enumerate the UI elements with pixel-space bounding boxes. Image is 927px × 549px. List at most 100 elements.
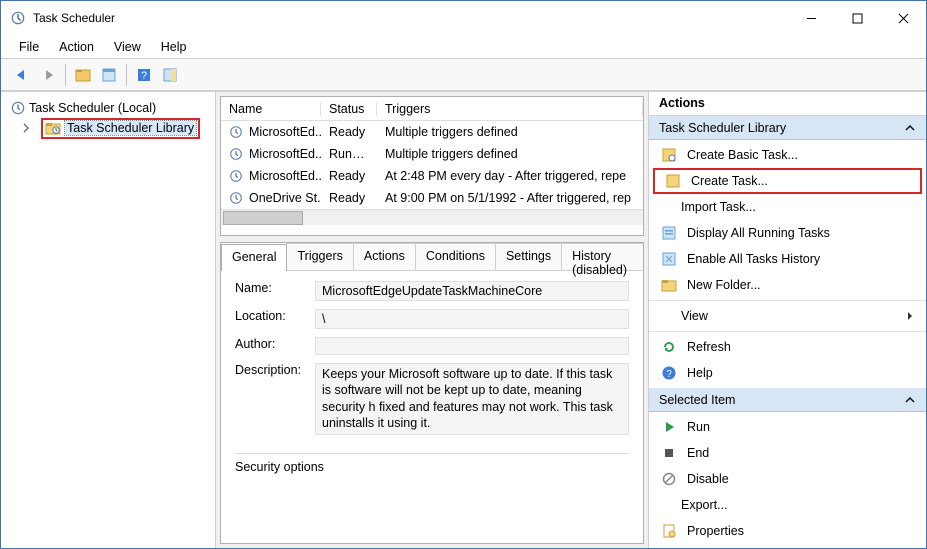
task-status: Running (321, 147, 377, 161)
action-help[interactable]: ? Help (649, 360, 926, 386)
action-import-task[interactable]: Import Task... (649, 194, 926, 220)
window-controls (788, 1, 926, 35)
col-triggers[interactable]: Triggers (377, 102, 643, 116)
actions-selected-label: Selected Item (659, 393, 735, 407)
action-label: Export... (681, 498, 728, 512)
menu-help[interactable]: Help (153, 38, 195, 56)
action-label: New Folder... (687, 278, 761, 292)
task-row[interactable]: MicrosoftEd...ReadyAt 2:48 PM every day … (221, 165, 643, 187)
actions-pane-button[interactable] (159, 64, 181, 86)
clock-icon (11, 101, 25, 115)
tree-toggle-button[interactable] (72, 64, 94, 86)
folder-icon (45, 121, 61, 135)
clock-icon (229, 147, 243, 161)
close-button[interactable] (880, 1, 926, 35)
clock-icon (229, 125, 243, 139)
task-triggers: Multiple triggers defined (377, 125, 643, 139)
author-label: Author: (235, 337, 315, 351)
action-create-task[interactable]: Create Task... (653, 168, 922, 194)
action-export[interactable]: Export... (649, 492, 926, 518)
collapse-icon[interactable] (904, 122, 916, 134)
task-status: Ready (321, 191, 377, 205)
tab-triggers[interactable]: Triggers (286, 243, 353, 270)
collapse-icon[interactable] (904, 394, 916, 406)
tree-root[interactable]: Task Scheduler (Local) (7, 98, 215, 118)
col-status[interactable]: Status (321, 102, 377, 116)
folder-icon (661, 277, 677, 293)
properties-toolbar-button[interactable] (98, 64, 120, 86)
action-view[interactable]: View (649, 303, 926, 329)
minimize-button[interactable] (788, 1, 834, 35)
action-label: Help (687, 366, 713, 380)
divider (649, 331, 926, 332)
action-label: Run (687, 420, 710, 434)
location-value: \ (315, 309, 629, 329)
task-name: MicrosoftEd... (249, 147, 321, 161)
task-name: OneDrive St... (249, 191, 321, 205)
detail-tabs: General Triggers Actions Conditions Sett… (221, 243, 643, 271)
wizard-icon (661, 147, 677, 163)
action-label: Create Task... (691, 174, 768, 188)
task-status: Ready (321, 169, 377, 183)
actions-header: Actions (649, 92, 926, 116)
tree-library[interactable]: Task Scheduler Library (17, 118, 215, 138)
actions-subheader-library: Task Scheduler Library (649, 116, 926, 140)
author-value (315, 337, 629, 355)
disable-icon (661, 471, 677, 487)
action-run[interactable]: Run (649, 414, 926, 440)
task-triggers: Multiple triggers defined (377, 147, 643, 161)
action-new-folder[interactable]: New Folder... (649, 272, 926, 298)
clock-icon (229, 191, 243, 205)
chevron-right-icon (906, 310, 914, 322)
action-refresh[interactable]: Refresh (649, 334, 926, 360)
action-label: View (681, 309, 708, 323)
help-icon: ? (661, 365, 677, 381)
action-display-running[interactable]: Display All Running Tasks (649, 220, 926, 246)
action-enable-history[interactable]: Enable All Tasks History (649, 246, 926, 272)
action-label: Disable (687, 472, 729, 486)
action-label: Properties (687, 524, 744, 538)
action-properties[interactable]: Properties (649, 518, 926, 544)
action-label: Enable All Tasks History (687, 252, 820, 266)
play-icon (661, 419, 677, 435)
tab-history[interactable]: History (disabled) (561, 243, 644, 270)
toolbar-separator (65, 64, 66, 86)
horizontal-scrollbar[interactable] (221, 209, 643, 225)
actions-pane: Actions Task Scheduler Library Create Ba… (648, 92, 926, 548)
back-button[interactable] (11, 64, 33, 86)
chevron-right-icon (21, 123, 31, 133)
tab-general[interactable]: General (221, 244, 287, 271)
actions-subheader-label: Task Scheduler Library (659, 121, 786, 135)
name-value: MicrosoftEdgeUpdateTaskMachineCore (315, 281, 629, 301)
menu-action[interactable]: Action (51, 38, 102, 56)
tab-settings[interactable]: Settings (495, 243, 562, 270)
action-create-basic-task[interactable]: Create Basic Task... (649, 142, 926, 168)
menu-view[interactable]: View (106, 38, 149, 56)
stop-icon (661, 445, 677, 461)
forward-button[interactable] (37, 64, 59, 86)
create-task-icon (665, 173, 681, 189)
action-end[interactable]: End (649, 440, 926, 466)
app-icon (11, 11, 25, 25)
scroll-thumb[interactable] (223, 211, 303, 225)
task-row[interactable]: MicrosoftEd...ReadyMultiple triggers def… (221, 121, 643, 143)
col-name[interactable]: Name (221, 102, 321, 116)
task-scheduler-window: Task Scheduler File Action View Help ? T… (0, 0, 927, 549)
help-toolbar-button[interactable]: ? (133, 64, 155, 86)
action-label: Create Basic Task... (687, 148, 798, 162)
action-disable[interactable]: Disable (649, 466, 926, 492)
description-value: Keeps your Microsoft software up to date… (315, 363, 629, 435)
action-label: Refresh (687, 340, 731, 354)
task-row[interactable]: OneDrive St...ReadyAt 9:00 PM on 5/1/199… (221, 187, 643, 209)
location-label: Location: (235, 309, 315, 323)
properties-icon (661, 523, 677, 539)
name-label: Name: (235, 281, 315, 295)
menu-file[interactable]: File (11, 38, 47, 56)
tab-conditions[interactable]: Conditions (415, 243, 496, 270)
tab-actions[interactable]: Actions (353, 243, 416, 270)
clock-icon (229, 169, 243, 183)
titlebar: Task Scheduler (1, 1, 926, 35)
maximize-button[interactable] (834, 1, 880, 35)
menubar: File Action View Help (1, 35, 926, 59)
task-row[interactable]: MicrosoftEd...RunningMultiple triggers d… (221, 143, 643, 165)
